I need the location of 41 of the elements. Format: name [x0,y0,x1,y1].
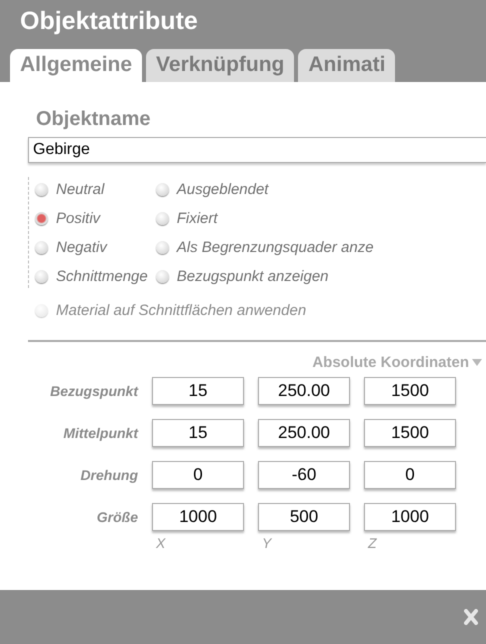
check-button[interactable] [156,240,169,254]
row-label: Mittelpunkt [62,425,138,441]
option-label: Material auf Schnittflächen anwenden [56,302,306,318]
option-label: Fixiert [176,210,218,226]
number-field[interactable]: 0 [152,461,244,489]
number-field[interactable]: -60 [258,461,350,489]
option-label: Neutral [56,180,104,198]
row-label: Größe [96,509,138,525]
caret-icon [472,359,482,366]
radio-button[interactable] [35,212,48,224]
option-label: Positiv [56,210,100,226]
window-title: Objektattribute [20,6,198,36]
number-field[interactable]: 0 [364,461,456,489]
number-field[interactable]: 1500 [364,419,456,447]
check-button[interactable] [156,270,169,282]
option-label: Schnittmenge [56,268,148,284]
row-label: Drehung [79,467,138,483]
number-field[interactable]: 15 [152,377,244,405]
axis-label: Z [366,535,378,551]
number-field[interactable]: 15 [152,419,244,447]
radio-button[interactable] [35,270,48,282]
field-label: Objektname [36,108,152,131]
row-label: Bezugspunkt [49,383,138,399]
axis-label: Y [261,535,273,551]
axis-label: X [155,535,166,551]
name-field[interactable]: Gebirge [28,137,486,163]
option-label: Bezugspunkt anzeigen [176,268,329,284]
check-button[interactable] [156,212,169,224]
number-field[interactable]: 1000 [152,503,244,531]
close-icon[interactable] [464,609,478,625]
radio-button[interactable] [35,182,48,196]
check-button[interactable] [156,182,169,196]
number-field[interactable]: 1000 [364,503,456,531]
option-label: Ausgeblendet [176,180,268,198]
option-label: Als Begrenzungsquader anze [176,238,374,256]
option-label: Negativ [56,238,107,256]
number-field[interactable]: 1500 [364,377,456,405]
radio-button[interactable] [35,240,48,254]
number-field[interactable]: 250.00 [258,377,350,405]
number-field[interactable]: 250.00 [258,419,350,447]
number-field[interactable]: 500 [258,503,350,531]
